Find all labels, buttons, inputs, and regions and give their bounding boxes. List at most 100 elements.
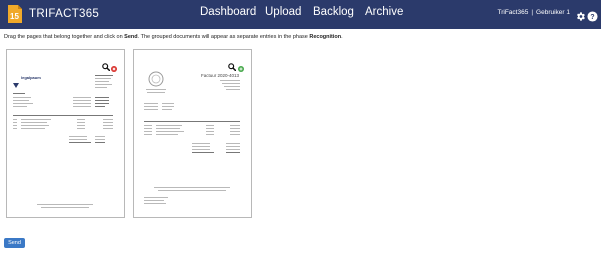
- address-line: [162, 109, 172, 110]
- table-row-line: [13, 122, 17, 123]
- document-logo-text: legalpaum: [21, 75, 41, 80]
- table-row-line: [77, 125, 85, 126]
- table-row-line: [13, 128, 17, 129]
- totals-line: [192, 143, 210, 144]
- table-row-line: [206, 134, 214, 135]
- totals-line: [69, 139, 87, 140]
- page-card[interactable]: Factuur 2020-4013: [133, 49, 252, 218]
- table-row-line: [230, 134, 240, 135]
- meta-line: [73, 100, 91, 101]
- nav-archive[interactable]: Archive: [365, 6, 403, 18]
- footer-line: [144, 203, 166, 204]
- user-separator: |: [531, 9, 534, 16]
- header-line: [224, 86, 240, 87]
- document-logo-icon: [13, 75, 19, 88]
- address-line: [144, 109, 158, 110]
- table-row-line: [230, 131, 240, 132]
- page-thumbnail: legalpaum: [7, 50, 124, 217]
- table-row-line: [156, 134, 178, 135]
- magnifier-icon[interactable]: [228, 58, 237, 72]
- table-row-line: [21, 125, 49, 126]
- user-name: Gebruiker 1: [536, 9, 570, 16]
- address-line: [144, 106, 158, 107]
- instruction-part-1: Drag the pages that belong together and …: [4, 34, 125, 40]
- document-title: Factuur 2020-4013: [201, 73, 240, 78]
- table-row-line: [206, 128, 214, 129]
- meta-line: [95, 100, 109, 101]
- header-line: [95, 81, 109, 82]
- address-line: [13, 97, 31, 98]
- address-line: [162, 103, 174, 104]
- logo-caption-line: [146, 89, 166, 90]
- table-row-line: [103, 119, 113, 120]
- header-line: [226, 89, 240, 90]
- address-line: [144, 103, 158, 104]
- table-row-line: [21, 122, 47, 123]
- address-line: [13, 100, 29, 101]
- table-row-line: [230, 128, 240, 129]
- instruction-part-3: .: [341, 34, 343, 40]
- instruction-phase-word: Recognition: [309, 34, 342, 40]
- table-row-line: [206, 131, 214, 132]
- top-navbar: 15 TRIFACT365 Dashboard Upload Backlog A…: [0, 0, 601, 29]
- table-row-line: [13, 125, 17, 126]
- gear-icon[interactable]: [575, 9, 586, 21]
- page-card[interactable]: legalpaum: [6, 49, 125, 218]
- table-row-line: [77, 128, 85, 129]
- plus-circle-icon[interactable]: [238, 59, 244, 72]
- instruction-send-word: Send: [124, 34, 138, 40]
- address-line: [13, 93, 25, 94]
- table-row-line: [103, 125, 113, 126]
- footer-line: [144, 197, 168, 198]
- totals-line: [226, 152, 240, 153]
- svg-text:?: ?: [590, 14, 594, 21]
- magnifier-icon[interactable]: [102, 58, 111, 72]
- table-row-line: [103, 122, 113, 123]
- table-row-line: [77, 119, 85, 120]
- send-button[interactable]: Send: [4, 238, 25, 248]
- table-row-line: [156, 131, 184, 132]
- meta-line: [73, 97, 91, 98]
- document-logo: legalpaum: [13, 75, 41, 88]
- totals-line: [69, 142, 91, 143]
- close-circle-icon[interactable]: [111, 59, 117, 72]
- table-row-line: [144, 134, 152, 135]
- table-row-line: [21, 128, 45, 129]
- table-row-line: [21, 119, 51, 120]
- totals-line: [95, 139, 105, 140]
- table-row-line: [206, 125, 214, 126]
- address-line: [162, 106, 174, 107]
- footer-line: [144, 200, 164, 201]
- totals-line: [226, 149, 240, 150]
- note-line: [154, 187, 230, 188]
- table-header-line: [144, 121, 240, 122]
- totals-line: [226, 143, 240, 144]
- logo-caption-line: [147, 92, 165, 93]
- meta-line: [95, 103, 109, 104]
- header-line: [220, 80, 240, 81]
- footer-line: [41, 207, 89, 208]
- instruction-part-2: . The grouped documents will appear as s…: [137, 34, 310, 40]
- totals-line: [69, 136, 87, 137]
- totals-line: [226, 146, 240, 147]
- nav-dashboard[interactable]: Dashboard: [200, 6, 256, 18]
- totals-line: [95, 142, 105, 143]
- table-row-line: [230, 125, 240, 126]
- table-row-line: [144, 131, 152, 132]
- instruction-text: Drag the pages that belong together and …: [4, 34, 343, 40]
- meta-line: [95, 106, 105, 107]
- meta-line: [73, 103, 91, 104]
- header-line: [95, 87, 107, 88]
- nav-backlog[interactable]: Backlog: [313, 6, 354, 18]
- user-menu[interactable]: TriFact365 | Gebruiker 1: [498, 9, 571, 16]
- note-line: [158, 190, 226, 191]
- meta-line: [95, 97, 109, 98]
- table-row-line: [156, 125, 182, 126]
- address-line: [13, 103, 33, 104]
- help-icon[interactable]: ?: [587, 9, 598, 22]
- totals-line: [192, 152, 214, 153]
- totals-line: [95, 136, 105, 137]
- nav-upload[interactable]: Upload: [265, 6, 301, 18]
- table-header-line: [13, 115, 113, 116]
- company-name: TriFact365: [497, 9, 529, 16]
